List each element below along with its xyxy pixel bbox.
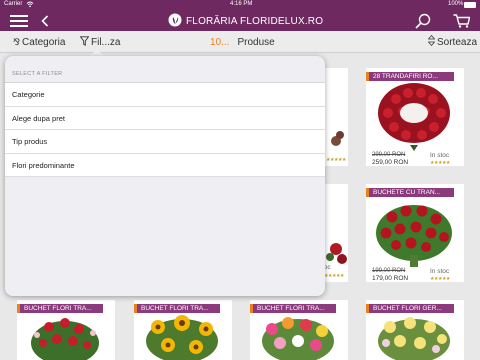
wifi-icon bbox=[26, 0, 34, 10]
filter-option-product-type[interactable]: Tip produs bbox=[5, 130, 325, 154]
brand-name: FLORĂRIA FLORIDELUX.RO bbox=[186, 15, 324, 27]
sort-label: Sorteaza bbox=[437, 36, 478, 48]
product-title: BUCHET FLORI TRA... bbox=[17, 304, 103, 313]
battery-icon bbox=[464, 2, 476, 8]
app-header: FLORĂRIA FLORIDELUX.RO bbox=[0, 10, 480, 31]
filter-option-category[interactable]: Categorie bbox=[5, 83, 325, 107]
product-card[interactable]: BUCHET FLORI TRA... bbox=[134, 300, 232, 360]
product-count-label: Produse bbox=[237, 36, 275, 48]
product-image bbox=[146, 315, 218, 360]
filter-option-predominant-flowers[interactable]: Flori predominante bbox=[5, 154, 325, 177]
product-title: BUCHET FLORI TRA... bbox=[134, 304, 220, 313]
funnel-icon bbox=[79, 35, 90, 49]
brand-logo[interactable]: FLORĂRIA FLORIDELUX.RO bbox=[168, 13, 323, 29]
current-price: 179,00 RON bbox=[372, 275, 409, 282]
filter-popover: SELECT A FILTER Categorie Alege dupa pre… bbox=[5, 56, 325, 296]
rating-stars: ★★★★★ bbox=[430, 160, 450, 166]
current-price: 259,00 RON bbox=[372, 159, 409, 166]
rating-stars: ★★★★★ bbox=[326, 157, 346, 163]
filter-label: Fil...za bbox=[91, 36, 121, 48]
stock-status: In stoc bbox=[430, 268, 450, 275]
filter-button[interactable]: Fil...za bbox=[79, 31, 121, 53]
old-price: 299,00 RON bbox=[372, 152, 406, 158]
product-title: BUCHETE CU TRAN... bbox=[366, 188, 454, 197]
chevron-left-icon[interactable] bbox=[38, 10, 52, 31]
flower-logo-icon bbox=[168, 13, 182, 30]
product-card[interactable]: BUCHETE CU TRAN... 199,00 RON 179,00 RON… bbox=[366, 184, 464, 282]
search-icon[interactable] bbox=[414, 10, 432, 31]
sort-icon bbox=[427, 34, 436, 49]
product-card[interactable]: BUCHET FLORI TRA... bbox=[250, 300, 348, 360]
category-button[interactable]: ⅋ Categoria bbox=[13, 31, 65, 53]
product-count-value: 10... bbox=[210, 36, 230, 48]
carrier-label: Carrier bbox=[4, 1, 23, 7]
product-title: BUCHET FLORI TRA... bbox=[250, 304, 336, 313]
battery-percent: 100% bbox=[448, 1, 464, 7]
category-label: Categoria bbox=[22, 36, 66, 48]
product-image bbox=[262, 317, 334, 360]
filter-options-list: Categorie Alege dupa pret Tip produs Flo… bbox=[5, 82, 325, 177]
old-price: 199,00 RON bbox=[372, 268, 406, 274]
filter-option-price[interactable]: Alege dupa pret bbox=[5, 107, 325, 130]
filter-toolbar: ⅋ Categoria Fil...za 10... Produse Sorte… bbox=[0, 31, 480, 53]
product-count: 10... Produse bbox=[210, 31, 275, 53]
cart-icon[interactable] bbox=[452, 10, 470, 31]
product-card[interactable]: BUCHET FLORI GER... bbox=[366, 300, 464, 360]
product-image bbox=[31, 318, 99, 360]
stock-status: In stoc bbox=[430, 152, 450, 159]
product-title: BUCHET FLORI GER... bbox=[366, 304, 454, 313]
sort-button[interactable]: Sorteaza bbox=[427, 31, 478, 53]
product-image bbox=[378, 317, 450, 360]
product-image bbox=[376, 205, 452, 267]
hamburger-icon[interactable] bbox=[9, 10, 29, 31]
category-icon: ⅋ bbox=[13, 36, 21, 47]
filter-popover-header: SELECT A FILTER bbox=[12, 71, 63, 77]
rating-stars: ★★★★★ bbox=[430, 276, 450, 282]
product-card[interactable]: BUCHET FLORI TRA... bbox=[17, 300, 115, 360]
product-card[interactable]: 28 TRANDAFIRI RO... 299,00 RON 259,00 RO… bbox=[366, 68, 464, 166]
status-bar: Carrier 4:16 PM 100% bbox=[0, 0, 480, 10]
rating-stars: ★★★★★ bbox=[324, 273, 344, 279]
product-title: 28 TRANDAFIRI RO... bbox=[366, 72, 454, 81]
clock: 4:16 PM bbox=[230, 1, 253, 7]
product-image bbox=[378, 83, 450, 151]
